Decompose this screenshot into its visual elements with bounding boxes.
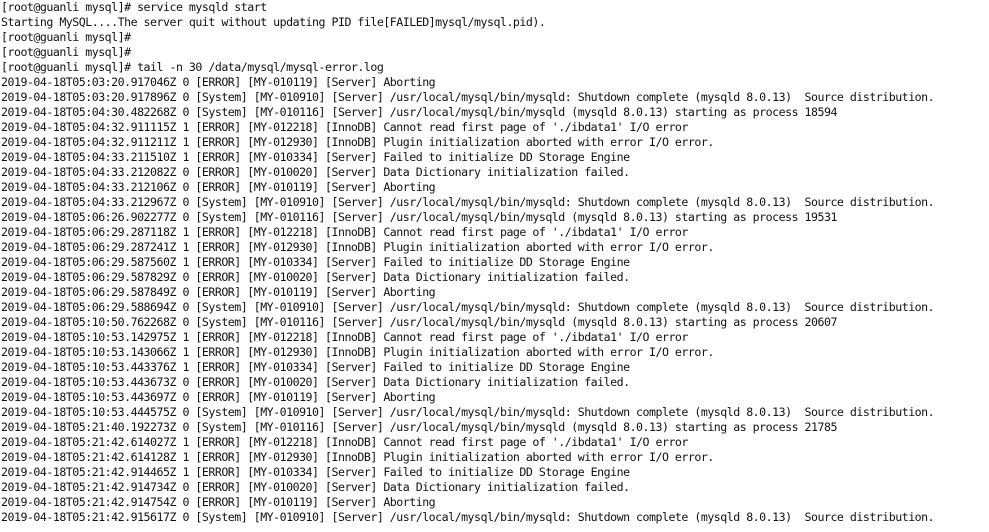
terminal-line: 2019-04-18T05:04:33.212967Z 0 [System] [… [1,195,935,209]
terminal-line: 2019-04-18T05:06:29.587849Z 0 [ERROR] [M… [1,285,436,299]
terminal-line: 2019-04-18T05:04:32.911115Z 1 [ERROR] [M… [1,120,688,134]
terminal-line: 2019-04-18T05:06:29.588694Z 0 [System] [… [1,300,935,314]
terminal-line: [root@guanli mysql]# [1,45,131,59]
terminal-output[interactable]: [root@guanli mysql]# service mysqld star… [0,0,989,532]
terminal-line: 2019-04-18T05:10:53.143066Z 1 [ERROR] [M… [1,345,714,359]
terminal-line: 2019-04-18T05:10:53.142975Z 1 [ERROR] [M… [1,330,688,344]
terminal-line: 2019-04-18T05:10:53.443376Z 1 [ERROR] [M… [1,360,630,374]
terminal-line: 2019-04-18T05:10:53.444575Z 0 [System] [… [1,405,935,419]
terminal-line: 2019-04-18T05:06:29.587560Z 1 [ERROR] [M… [1,255,630,269]
terminal-line: 2019-04-18T05:06:26.902277Z 0 [System] [… [1,210,837,224]
terminal-line: 2019-04-18T05:21:40.192273Z 0 [System] [… [1,420,837,434]
terminal-line: 2019-04-18T05:04:33.211510Z 1 [ERROR] [M… [1,150,630,164]
terminal-line: 2019-04-18T05:10:53.443697Z 0 [ERROR] [M… [1,390,436,404]
terminal-line: 2019-04-18T05:06:29.587829Z 0 [ERROR] [M… [1,270,630,284]
terminal-line: Starting MySQL....The server quit withou… [1,15,546,29]
terminal-line: 2019-04-18T05:21:42.915617Z 0 [System] [… [1,510,935,524]
terminal-line: [root@guanli mysql]# [1,30,131,44]
terminal-line: [root@guanli mysql]# tail -n 30 /data/my… [1,60,384,74]
terminal-line: 2019-04-18T05:04:33.212106Z 0 [ERROR] [M… [1,180,436,194]
terminal-line: 2019-04-18T05:21:42.914734Z 0 [ERROR] [M… [1,480,630,494]
terminal-line: 2019-04-18T05:04:30.482268Z 0 [System] [… [1,105,837,119]
terminal-line: 2019-04-18T05:06:29.287118Z 1 [ERROR] [M… [1,225,688,239]
terminal-line: 2019-04-18T05:06:29.287241Z 1 [ERROR] [M… [1,240,714,254]
terminal-line: [root@guanli mysql]# service mysqld star… [1,0,267,14]
terminal-line: 2019-04-18T05:10:50.762268Z 0 [System] [… [1,315,837,329]
terminal-line: 2019-04-18T05:21:42.614027Z 1 [ERROR] [M… [1,435,688,449]
terminal-line: 2019-04-18T05:21:42.914754Z 0 [ERROR] [M… [1,495,436,509]
terminal-line: 2019-04-18T05:10:53.443673Z 0 [ERROR] [M… [1,375,630,389]
terminal-line: 2019-04-18T05:21:42.914465Z 1 [ERROR] [M… [1,465,630,479]
terminal-line: 2019-04-18T05:03:20.917046Z 0 [ERROR] [M… [1,75,436,89]
terminal-line: 2019-04-18T05:21:42.614128Z 1 [ERROR] [M… [1,450,714,464]
terminal-line: 2019-04-18T05:04:32.911211Z 1 [ERROR] [M… [1,135,714,149]
terminal-line: 2019-04-18T05:04:33.212082Z 0 [ERROR] [M… [1,165,630,179]
terminal-line: 2019-04-18T05:03:20.917896Z 0 [System] [… [1,90,935,104]
